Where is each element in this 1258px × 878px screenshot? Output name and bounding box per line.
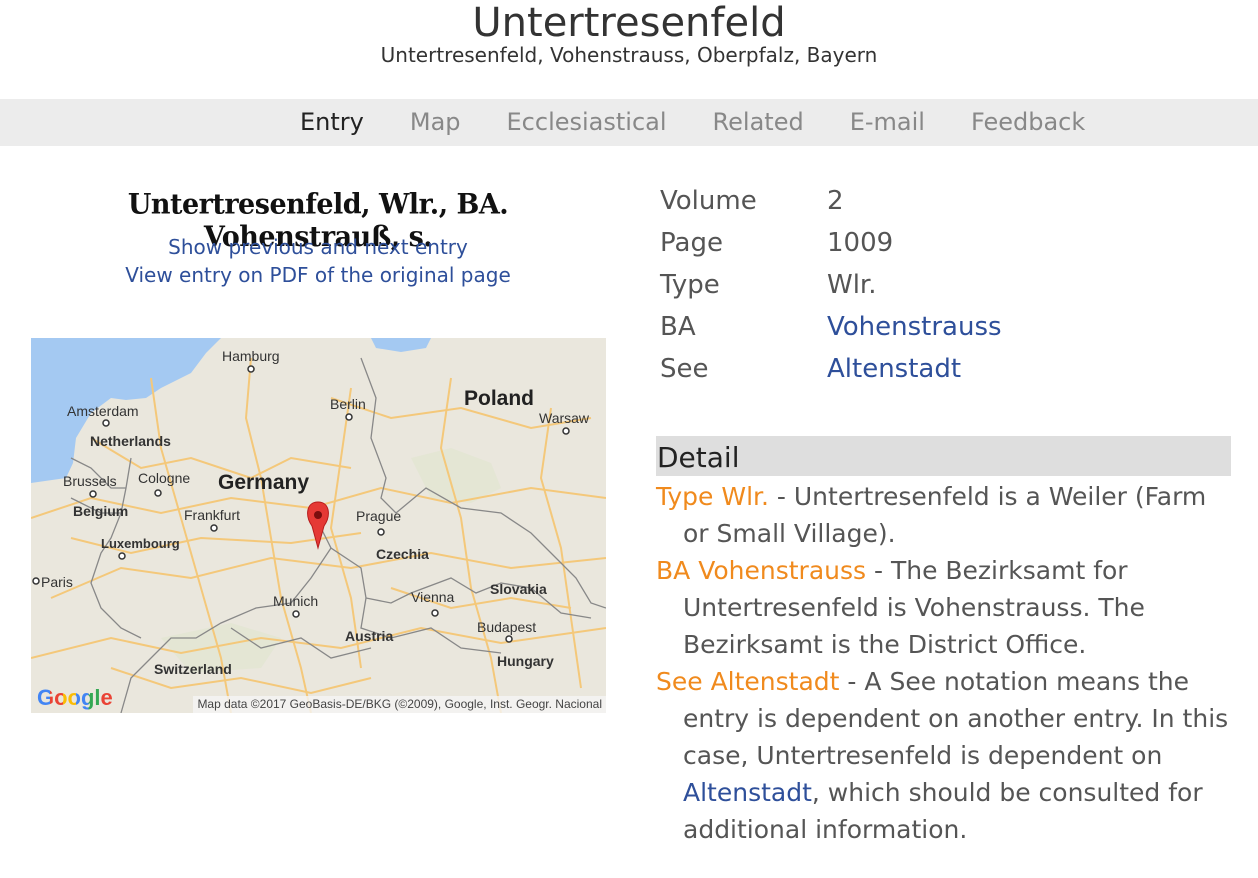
map-label-berlin: Berlin <box>330 396 366 412</box>
map-label-germany: Germany <box>218 471 310 494</box>
map-label-belgium: Belgium <box>73 503 129 519</box>
tab-map[interactable]: Map <box>410 99 461 146</box>
map-label-switzerland: Switzerland <box>154 661 232 677</box>
property-ba: BA Vohenstrauss <box>660 306 1220 348</box>
nav-bar: Entry Map Ecclesiastical Related E-mail … <box>0 99 1258 146</box>
map-label-austria: Austria <box>345 628 394 644</box>
map-label-netherlands: Netherlands <box>90 433 171 449</box>
map-label-luxembourg: Luxembourg <box>101 536 180 551</box>
detail-term-type[interactable]: Type Wlr. <box>656 482 769 511</box>
page-label: Page <box>660 228 723 258</box>
volume-value: 2 <box>827 186 844 216</box>
location-map[interactable]: Hamburg Amsterdam Netherlands Berlin Pol… <box>31 338 606 713</box>
map-label-hungary: Hungary <box>497 653 554 669</box>
page-title: Untertresenfeld <box>472 0 786 46</box>
google-logo-text: Google <box>37 685 113 710</box>
detail-item-type: Type Wlr. - Untertresenfeld is a Weiler … <box>656 478 1231 552</box>
map-label-cologne: Cologne <box>138 470 191 486</box>
map-label-budapest: Budapest <box>477 619 537 635</box>
tab-entry[interactable]: Entry <box>300 99 364 146</box>
map-label-warsaw: Warsaw <box>539 410 590 426</box>
detail-see-link[interactable]: Altenstadt <box>683 778 812 807</box>
google-logo: Google <box>37 685 113 711</box>
tab-related[interactable]: Related <box>713 99 804 146</box>
property-type: Type Wlr. <box>660 264 1220 306</box>
map-label-munich: Munich <box>273 593 319 609</box>
property-page: Page 1009 <box>660 222 1220 264</box>
tab-ecclesiastical[interactable]: Ecclesiastical <box>507 99 667 146</box>
tab-feedback[interactable]: Feedback <box>971 99 1085 146</box>
map-label-frankfurt: Frankfurt <box>184 507 241 523</box>
map-label-prague: Prague <box>356 508 402 524</box>
type-label: Type <box>660 270 720 300</box>
nav-tabs: Entry Map Ecclesiastical Related E-mail … <box>300 99 1131 146</box>
detail-heading-text: Detail <box>657 441 740 474</box>
detail-term-see[interactable]: See Altenstadt <box>656 667 839 696</box>
ba-label: BA <box>660 312 696 342</box>
see-value-link[interactable]: Altenstadt <box>827 348 961 390</box>
show-prev-next-link[interactable]: Show previous and next entry <box>30 235 606 259</box>
detail-item-ba: BA Vohenstrauss - The Bezirksamt for Unt… <box>656 552 1231 663</box>
map-label-hamburg: Hamburg <box>222 348 280 364</box>
map-label-amsterdam: Amsterdam <box>67 403 139 419</box>
page-subtitle: Untertresenfeld, Vohenstrauss, Oberpfalz… <box>380 43 878 67</box>
map-attribution[interactable]: Map data ©2017 GeoBasis-DE/BKG (©2009), … <box>193 696 606 713</box>
tab-email[interactable]: E-mail <box>850 99 925 146</box>
ba-value-link[interactable]: Vohenstrauss <box>827 306 1002 348</box>
map-label-vienna: Vienna <box>411 589 455 605</box>
property-volume: Volume 2 <box>660 180 1220 222</box>
map-label-poland: Poland <box>464 387 535 410</box>
map-label-paris: Paris <box>41 574 73 590</box>
type-value: Wlr. <box>827 270 877 300</box>
detail-term-ba[interactable]: BA Vohenstrauss <box>656 556 866 585</box>
volume-label: Volume <box>660 186 757 216</box>
detail-item-see: See Altenstadt - A See notation means th… <box>656 663 1231 848</box>
property-see: See Altenstadt <box>660 348 1220 390</box>
see-label: See <box>660 354 709 384</box>
view-pdf-link[interactable]: View entry on PDF of the original page <box>30 263 606 287</box>
detail-list: Type Wlr. - Untertresenfeld is a Weiler … <box>656 478 1231 848</box>
page-value: 1009 <box>827 228 894 258</box>
detail-heading: Detail <box>656 436 1231 476</box>
map-label-slovakia: Slovakia <box>490 581 547 597</box>
map-label-czechia: Czechia <box>376 546 429 562</box>
map-label-brussels: Brussels <box>63 473 117 489</box>
